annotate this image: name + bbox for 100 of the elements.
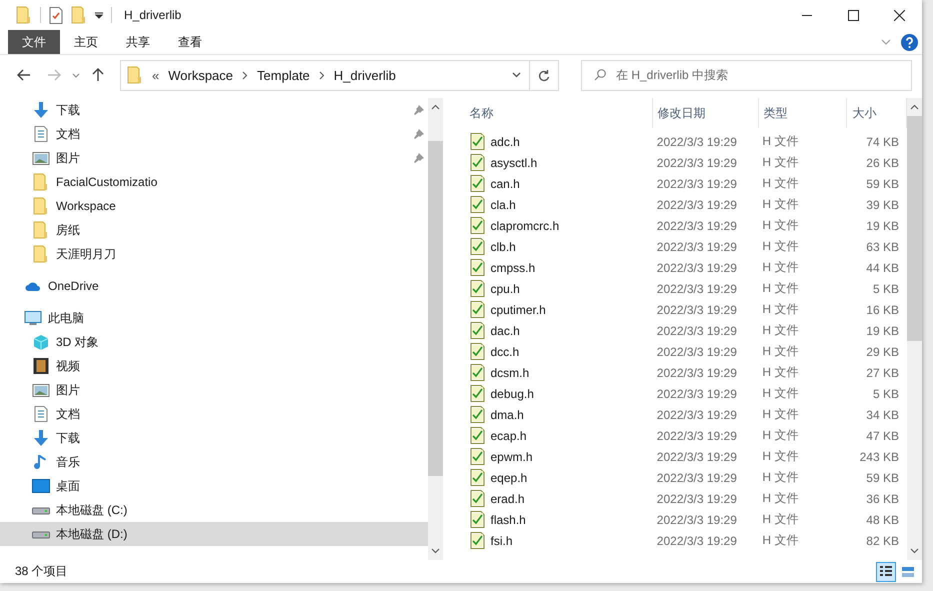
nav-item[interactable]: FacialCustomizatio — [0, 170, 428, 194]
nav-item[interactable]: 文档 — [0, 402, 428, 426]
nav-item[interactable]: 文档 — [0, 122, 428, 146]
nav-item[interactable]: 视频 — [0, 354, 428, 378]
file-name[interactable]: asysctl.h — [490, 156, 538, 170]
chevron-down-icon — [512, 72, 520, 78]
file-name[interactable]: cputimer.h — [490, 302, 546, 316]
chevron-down-icon[interactable] — [881, 39, 891, 45]
refresh-button[interactable] — [530, 60, 559, 90]
nav-item[interactable]: 下载 — [0, 426, 428, 450]
file-name[interactable]: dma.h — [490, 408, 524, 422]
ribbon-tab[interactable]: 文件 — [8, 30, 60, 54]
nav-item[interactable]: 天涯明月刀 — [0, 242, 428, 266]
nav-item[interactable]: 房纸 — [0, 218, 428, 242]
chevron-down-icon[interactable] — [72, 72, 80, 78]
file-name[interactable]: debug.h — [490, 386, 534, 400]
ribbon-tab[interactable]: 共享 — [112, 30, 164, 54]
file-name[interactable]: dcsm.h — [490, 366, 530, 380]
modified-date: 2022/3/3 19:29 — [656, 302, 738, 316]
file-name[interactable]: flash.h — [490, 512, 526, 526]
file-size: 27 KB — [865, 366, 900, 380]
download-arrow-icon — [32, 430, 50, 446]
nav-item[interactable]: 桌面 — [0, 474, 428, 498]
nav-item[interactable]: 本地磁盘 (C:) — [0, 498, 428, 522]
scrollbar[interactable] — [907, 98, 922, 560]
column-header[interactable]: 修改日期 — [652, 98, 759, 128]
hard-drive-icon — [32, 529, 50, 539]
file-name[interactable]: adc.h — [490, 134, 520, 148]
modified-date: 2022/3/3 19:29 — [656, 344, 738, 358]
quick-access-folder-icon — [16, 6, 32, 24]
nav-item[interactable]: Workspace — [0, 194, 428, 218]
text-file-icon — [470, 532, 484, 549]
nav-item[interactable]: 3D 对象 — [0, 330, 428, 354]
breadcrumb-item[interactable]: Template — [257, 68, 310, 82]
file-type: H 文件 — [761, 385, 800, 402]
text-file-icon — [470, 259, 484, 276]
file-type: H 文件 — [761, 217, 800, 234]
file-name[interactable]: dcc.h — [490, 344, 520, 358]
address-bar[interactable]: « Workspace Template H_driverlib — [120, 60, 530, 90]
help-icon[interactable] — [901, 34, 918, 50]
nav-item[interactable]: OneDrive — [0, 274, 428, 298]
nav-item[interactable]: 图片 — [0, 378, 428, 402]
file-name[interactable]: cpu.h — [490, 282, 520, 296]
file-size: 5 KB — [872, 386, 900, 400]
text-file-icon — [470, 406, 484, 423]
text-file-icon — [470, 133, 484, 150]
modified-date: 2022/3/3 19:29 — [656, 240, 738, 254]
computer-monitor-icon — [24, 310, 42, 326]
properties-checklist-icon[interactable] — [49, 6, 63, 24]
file-name[interactable]: clb.h — [490, 240, 516, 254]
folder-icon — [32, 245, 50, 263]
view-toggle-button[interactable] — [876, 562, 896, 582]
nav-item[interactable]: 此电脑 — [0, 306, 428, 330]
file-size: 44 KB — [865, 260, 900, 274]
file-type: H 文件 — [761, 427, 800, 444]
modified-date: 2022/3/3 19:29 — [656, 512, 738, 526]
file-type: H 文件 — [761, 175, 800, 192]
nav-item[interactable]: 音乐 — [0, 450, 428, 474]
modified-date: 2022/3/3 19:29 — [656, 198, 738, 212]
modified-date: 2022/3/3 19:29 — [656, 428, 738, 442]
file-name[interactable]: fsi.h — [490, 534, 513, 548]
file-type: H 文件 — [761, 469, 800, 486]
file-name[interactable]: erad.h — [490, 492, 525, 506]
file-size: 19 KB — [865, 218, 900, 232]
pin-icon — [414, 129, 424, 139]
breadcrumb-item[interactable]: Workspace — [168, 68, 234, 82]
file-name[interactable]: epwm.h — [490, 450, 533, 464]
caret-down-icon[interactable] — [95, 11, 103, 19]
file-name[interactable]: cla.h — [490, 198, 516, 212]
file-name[interactable]: dac.h — [490, 324, 520, 338]
nav-item[interactable]: 本地磁盘 (D:) — [0, 522, 428, 546]
search-field[interactable]: 在 H_driverlib 中搜索 — [581, 60, 912, 90]
file-name[interactable]: eqep.h — [490, 470, 528, 484]
modified-date: 2022/3/3 19:29 — [656, 492, 738, 506]
scrollbar[interactable] — [428, 98, 442, 560]
arrow-left-icon — [17, 69, 31, 81]
file-name[interactable]: ecap.h — [490, 428, 527, 442]
column-header[interactable]: 类型 — [758, 98, 848, 128]
file-type: H 文件 — [761, 238, 800, 255]
file-size: 39 KB — [865, 198, 900, 212]
file-size: 29 KB — [865, 344, 900, 358]
file-name[interactable]: clapromcrc.h — [490, 218, 560, 232]
file-size: 34 KB — [865, 408, 900, 422]
text-file-icon — [470, 175, 484, 192]
path-overflow[interactable]: « — [152, 68, 160, 82]
arrow-up-icon — [92, 68, 104, 82]
file-name[interactable]: can.h — [490, 176, 520, 190]
hard-drive-icon — [32, 505, 50, 515]
breadcrumb-item[interactable]: H_driverlib — [334, 68, 396, 82]
nav-item[interactable]: 下载 — [0, 98, 428, 122]
modified-date: 2022/3/3 19:29 — [656, 534, 738, 548]
nav-item[interactable]: 图片 — [0, 146, 428, 170]
modified-date: 2022/3/3 19:29 — [656, 408, 738, 422]
file-name[interactable]: cmpss.h — [490, 260, 536, 274]
file-size: 48 KB — [865, 512, 900, 526]
folder-icon — [32, 173, 50, 191]
column-header[interactable]: 名称 — [464, 98, 653, 128]
window-title: H_driverlib — [124, 8, 182, 22]
ribbon-tab[interactable]: 查看 — [164, 30, 216, 54]
ribbon-tab[interactable]: 主页 — [60, 30, 112, 54]
